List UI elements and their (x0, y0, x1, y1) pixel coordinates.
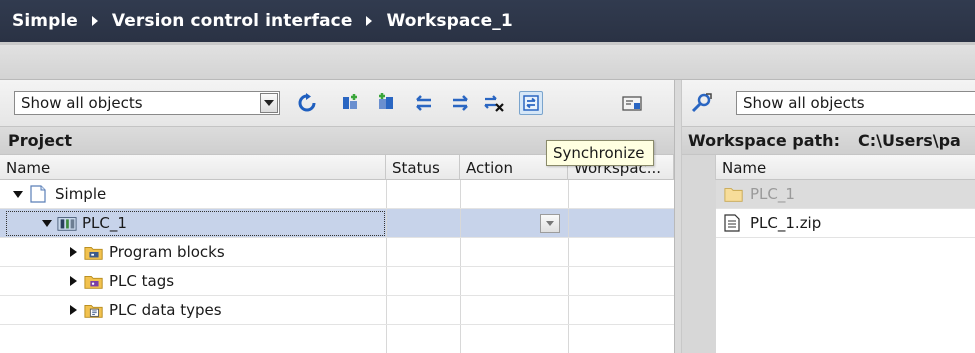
column-header-name[interactable]: Name (0, 155, 386, 180)
tree-row-plc-1[interactable]: PLC_1 (0, 209, 674, 238)
workspace-filter-value: Show all objects (743, 94, 865, 112)
breadcrumb-separator-icon (366, 16, 373, 26)
chevron-down-icon[interactable] (260, 93, 278, 113)
row-header-gutter (682, 180, 716, 353)
plc-tags-folder-icon (84, 272, 104, 290)
workspace-item-plc-1-zip[interactable]: PLC_1.zip (716, 209, 975, 238)
folder-icon (724, 185, 744, 203)
tree-item-label: PLC data types (109, 301, 222, 319)
tree-row-program-blocks[interactable]: Program blocks (0, 238, 674, 267)
expand-arrow-icon[interactable] (70, 305, 77, 315)
refresh-icon[interactable] (295, 91, 319, 115)
arrow-right-icon[interactable] (448, 91, 472, 115)
breadcrumb-item-version-control[interactable]: Version control interface (112, 11, 353, 31)
plc-icon (57, 214, 77, 232)
tree-row-simple[interactable]: Simple (0, 180, 674, 209)
tree-item-label: PLC tags (109, 272, 175, 290)
expand-arrow-icon[interactable] (42, 219, 52, 227)
project-toolbar: Show all objects (0, 80, 674, 126)
workspace-pane: Show all objects Workspace path: C:\User… (682, 80, 975, 353)
breadcrumb-item-simple[interactable]: Simple (12, 11, 78, 31)
project-pane: Show all objects Project Name Status Act… (0, 80, 674, 353)
workspace-toolbar: Show all objects (682, 80, 975, 126)
file-icon (724, 214, 744, 232)
tree-item-label: Simple (55, 185, 107, 203)
arrow-left-icon[interactable] (412, 91, 436, 115)
arrows-delete-icon[interactable] (482, 91, 506, 115)
workspace-grid-header: Name (682, 154, 975, 180)
project-filter-value: Show all objects (21, 94, 143, 112)
workspace-path-label: Workspace path: (688, 131, 840, 150)
workspace-item-plc-1[interactable]: PLC_1 (716, 180, 975, 209)
chevron-down-icon (546, 221, 554, 226)
tree-item-label: Program blocks (109, 243, 225, 261)
program-blocks-folder-icon (84, 243, 104, 261)
breadcrumb-separator-icon (91, 16, 98, 26)
tree-row-plc-tags[interactable]: PLC tags (0, 267, 674, 296)
data-types-folder-icon (84, 301, 104, 319)
column-header-name[interactable]: Name (716, 155, 975, 180)
workspace-empty-row (716, 238, 975, 267)
breadcrumb-item-workspace[interactable]: Workspace_1 (386, 11, 512, 31)
workspace-filter-select[interactable]: Show all objects (736, 91, 975, 115)
workspace-item-label: PLC_1.zip (750, 214, 822, 232)
tree-row-plc-data-types[interactable]: PLC data types (0, 296, 674, 325)
workspace-path-value: C:\Users\pa (857, 131, 961, 150)
column-header-status[interactable]: Status (386, 155, 460, 180)
add-from-workspace-icon[interactable] (375, 91, 399, 115)
synchronize-tooltip: Synchronize (546, 140, 654, 166)
tree-item-label: PLC_1 (82, 214, 127, 232)
pane-splitter[interactable] (674, 80, 682, 353)
action-dropdown[interactable] (540, 214, 560, 233)
expand-arrow-icon[interactable] (70, 247, 77, 257)
expand-arrow-icon[interactable] (70, 276, 77, 286)
breadcrumb: Simple Version control interface Workspa… (0, 0, 975, 42)
project-filter-select[interactable]: Show all objects (14, 91, 280, 115)
row-header-corner (682, 155, 716, 180)
settings-panel-icon[interactable] (620, 91, 644, 115)
add-to-workspace-icon[interactable] (338, 91, 362, 115)
workspace-item-label: PLC_1 (750, 185, 795, 203)
expand-arrow-icon[interactable] (13, 190, 23, 198)
tree-row-empty (0, 325, 674, 353)
synchronize-icon[interactable] (519, 91, 543, 115)
workspace-path: Workspace path: C:\Users\pa (682, 126, 975, 154)
editor-header-strip (0, 42, 975, 80)
workspace-settings-icon[interactable] (690, 91, 714, 115)
project-icon (30, 185, 50, 203)
